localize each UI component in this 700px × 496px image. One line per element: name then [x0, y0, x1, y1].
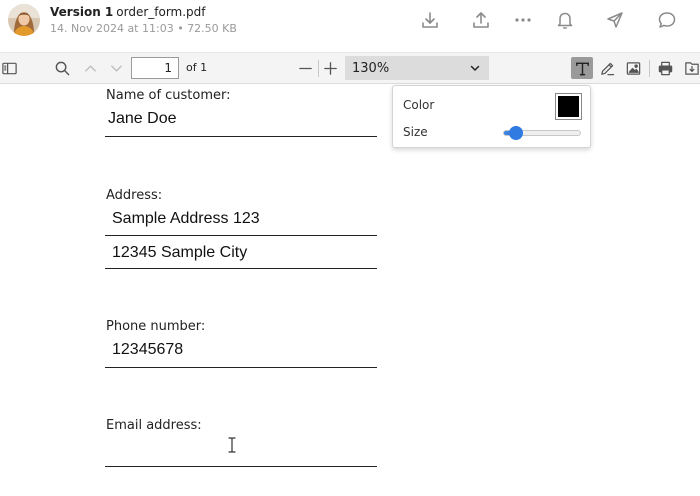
more-icon[interactable]	[511, 8, 535, 32]
color-swatch	[558, 96, 579, 117]
address-line-1-value[interactable]: Sample Address 123	[112, 210, 260, 228]
sidebar-toggle-icon[interactable]	[0, 57, 20, 79]
file-meta: 14. Nov 2024 at 11:03 • 72.50 KB	[50, 22, 237, 35]
zoom-value: 130%	[352, 60, 390, 76]
user-avatar[interactable]	[8, 4, 40, 36]
size-label: Size	[403, 125, 428, 139]
save-icon[interactable]	[680, 57, 700, 79]
color-picker-button[interactable]	[555, 93, 582, 120]
form-field-line	[105, 466, 377, 467]
customer-name-value[interactable]: Jane Doe	[108, 110, 177, 128]
send-icon[interactable]	[603, 8, 627, 32]
size-slider[interactable]	[503, 126, 581, 140]
zoom-select[interactable]: 130%	[345, 56, 489, 80]
page-number-input[interactable]	[131, 57, 179, 79]
color-label: Color	[403, 98, 435, 112]
search-icon[interactable]	[51, 57, 73, 79]
text-tool-icon[interactable]	[571, 57, 593, 79]
pdf-toolbar: of 1 130%	[0, 53, 700, 84]
comment-icon[interactable]	[655, 8, 679, 32]
version-label: Version 1	[50, 5, 114, 19]
download-icon[interactable]	[418, 8, 442, 32]
text-settings-popup: Color Size	[392, 85, 591, 148]
pdf-page: Name of customer: Jane Doe Address: Samp…	[0, 84, 700, 496]
text-cursor-icon	[226, 437, 238, 453]
form-field-line	[105, 268, 377, 269]
previous-page-icon[interactable]	[79, 57, 101, 79]
next-page-icon[interactable]	[105, 57, 127, 79]
field-label: Address:	[106, 188, 163, 203]
chevron-down-icon	[468, 61, 482, 75]
zoom-in-icon[interactable]	[319, 57, 341, 79]
share-icon[interactable]	[469, 8, 493, 32]
image-icon[interactable]	[622, 57, 644, 79]
address-line-2-value[interactable]: 12345 Sample City	[112, 244, 247, 262]
form-field-line	[105, 235, 377, 236]
print-icon[interactable]	[654, 57, 676, 79]
zoom-out-icon[interactable]	[294, 57, 316, 79]
size-slider-thumb[interactable]	[508, 126, 523, 140]
file-name: order_form.pdf	[116, 5, 206, 19]
file-title: Version 1 order_form.pdf	[50, 5, 206, 19]
phone-number-value[interactable]: 12345678	[112, 341, 183, 359]
file-header: Version 1 order_form.pdf 14. Nov 2024 at …	[0, 0, 700, 53]
field-label: Phone number:	[106, 319, 206, 334]
page-count-label: of 1	[186, 61, 208, 74]
field-label: Email address:	[106, 418, 202, 433]
form-field-line	[105, 136, 377, 137]
field-label: Name of customer:	[106, 88, 231, 103]
form-field-line	[105, 367, 377, 368]
draw-pen-icon[interactable]	[596, 57, 618, 79]
toolbar-divider	[649, 60, 650, 77]
bell-icon[interactable]	[553, 8, 577, 32]
